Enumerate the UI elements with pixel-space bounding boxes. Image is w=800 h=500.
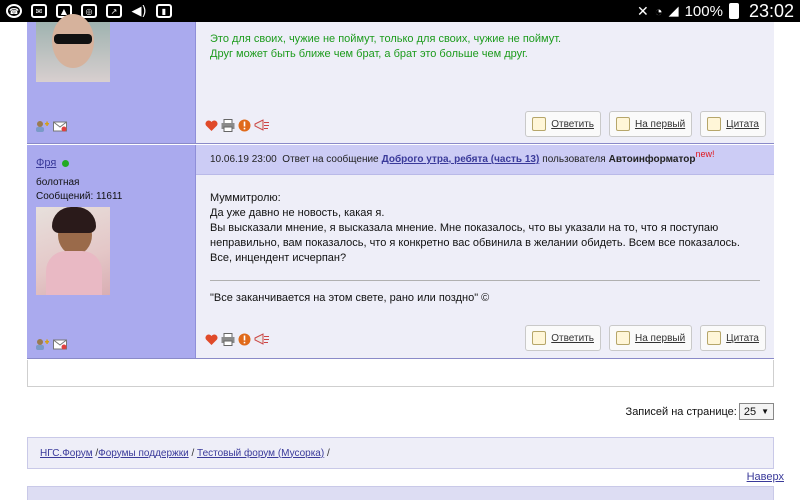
print-icon[interactable] bbox=[221, 119, 235, 135]
reply-user[interactable]: Автоинформатор bbox=[609, 154, 696, 165]
to-first-button-label: На первый bbox=[634, 118, 686, 130]
screencast-icon: ↗ bbox=[106, 4, 122, 18]
reply-topic-link[interactable]: Доброго утра, ребята (часть 13) bbox=[382, 154, 540, 165]
post-text-line: неправильно, вам показалось, что я конкр… bbox=[210, 237, 740, 249]
clock: 23:02 bbox=[748, 0, 794, 21]
notification-icons: ☎ ✉ ▲ ◎ ↗ ◀) ▮ bbox=[6, 3, 172, 19]
post-content: Это для своих, чужие не поймут, только д… bbox=[196, 22, 774, 143]
author-name[interactable]: Фря bbox=[36, 157, 70, 169]
quote-button-label: Цитата bbox=[726, 118, 759, 130]
post-author-panel: Фря болотная Сообщений: 11611 bbox=[27, 145, 196, 358]
post-date: 10.06.19 23:00 bbox=[210, 154, 277, 165]
to-first-button[interactable]: На первый bbox=[608, 325, 693, 351]
reply-icon bbox=[532, 117, 547, 131]
status-bar: ☎ ✉ ▲ ◎ ↗ ◀) ▮ ✕ ◔ ◢ 100% 23:02 bbox=[0, 0, 800, 22]
post-text-line: Это для своих, чужие не поймут, только д… bbox=[210, 33, 562, 45]
report-icon[interactable] bbox=[238, 333, 251, 349]
post-action-icons bbox=[205, 333, 270, 349]
print-icon[interactable] bbox=[221, 333, 235, 349]
post-text-line: Друг может быть ближе чем брат, а брат э… bbox=[210, 48, 528, 60]
new-badge: new! bbox=[695, 148, 715, 159]
post-buttons: Ответить На первый Цитата bbox=[525, 111, 766, 137]
footer-strip bbox=[27, 486, 774, 500]
quote-icon bbox=[707, 117, 722, 131]
add-friend-icon[interactable] bbox=[35, 120, 49, 132]
avatar[interactable] bbox=[36, 207, 110, 295]
breadcrumb-item[interactable]: Тестовый форум (Мусорка) bbox=[197, 448, 324, 459]
heart-icon[interactable] bbox=[205, 119, 218, 135]
post-buttons: Ответить На первый Цитата bbox=[525, 325, 766, 351]
records-per-page-select[interactable]: 25 ▼ bbox=[738, 403, 774, 420]
silent-icon: ✕ bbox=[636, 2, 649, 19]
to-first-button-label: На первый bbox=[634, 332, 686, 344]
online-status-icon bbox=[62, 159, 70, 167]
email-icon: ✉ bbox=[31, 4, 47, 18]
heart-icon[interactable] bbox=[205, 333, 218, 349]
reply-button[interactable]: Ответить bbox=[525, 111, 601, 137]
author-status: болотная bbox=[36, 177, 80, 188]
user-actions bbox=[35, 338, 67, 350]
records-per-page-label: Записей на странице: bbox=[625, 405, 737, 418]
reply-user-prefix: пользователя bbox=[542, 154, 606, 165]
thread-footer-row bbox=[27, 360, 774, 387]
post-text-line: Вы высказали мнение, я высказала мнение.… bbox=[210, 222, 719, 234]
quote-button-label: Цитата bbox=[726, 332, 759, 344]
reply-button-label: Ответить bbox=[551, 118, 594, 130]
user-actions bbox=[35, 120, 67, 132]
post-content: 10.06.19 23:00 Ответ на сообщение Доброг… bbox=[196, 145, 774, 358]
private-message-icon[interactable] bbox=[53, 338, 67, 350]
breadcrumb-item[interactable]: НГС.Форум bbox=[40, 448, 93, 459]
signal-icon: ◢ bbox=[668, 3, 679, 18]
author-message-count: Сообщений: 11611 bbox=[36, 191, 123, 202]
post-text-line: Все, инцендент исчерпан? bbox=[210, 252, 347, 264]
breadcrumb-item[interactable]: Форумы поддержки bbox=[98, 448, 189, 459]
quote-icon bbox=[707, 331, 722, 345]
first-icon bbox=[615, 117, 630, 131]
back-to-top-link[interactable]: Наверх bbox=[747, 471, 784, 483]
post-text: Это для своих, чужие не поймут, только д… bbox=[210, 32, 561, 62]
dropdown-arrow-icon: ▼ bbox=[761, 407, 769, 416]
forum-post: Фря болотная Сообщений: 11611 10.06.19 2… bbox=[27, 145, 774, 359]
private-message-icon[interactable] bbox=[53, 120, 67, 132]
system-icons: ✕ ◔ ◢ 100% 23:02 bbox=[637, 1, 794, 22]
quote-button[interactable]: Цитата bbox=[700, 111, 766, 137]
forum-post: Это для своих, чужие не поймут, только д… bbox=[27, 14, 774, 144]
signature: "Все заканчивается на этом свете, рано и… bbox=[210, 292, 490, 304]
author-name-text[interactable]: Фря bbox=[36, 157, 56, 169]
battery-level: 100% bbox=[684, 2, 723, 20]
post-author-panel bbox=[27, 14, 196, 143]
reply-icon bbox=[532, 331, 547, 345]
quote-button[interactable]: Цитата bbox=[700, 325, 766, 351]
post-text-line: Муммитролю: bbox=[210, 192, 281, 204]
reply-prefix: Ответ на сообщение bbox=[282, 154, 379, 165]
reply-button-label: Ответить bbox=[551, 332, 594, 344]
reply-button[interactable]: Ответить bbox=[525, 325, 601, 351]
battery-icon bbox=[728, 3, 739, 19]
to-first-button[interactable]: На первый bbox=[608, 111, 693, 137]
wifi-icon: ◔ bbox=[654, 3, 663, 19]
first-icon bbox=[615, 331, 630, 345]
records-per-page-value: 25 bbox=[743, 405, 757, 418]
post-action-icons bbox=[205, 119, 270, 135]
post-text-line: Да уже давно не новость, какая я. bbox=[210, 207, 385, 219]
avatar[interactable] bbox=[36, 14, 110, 82]
post-header: 10.06.19 23:00 Ответ на сообщение Доброг… bbox=[196, 145, 774, 175]
instagram-icon: ◎ bbox=[81, 4, 97, 18]
signature-divider bbox=[210, 280, 760, 281]
volume-icon: ◀) bbox=[131, 3, 147, 19]
megaphone-icon[interactable] bbox=[254, 333, 270, 349]
sd-card-icon: ▮ bbox=[156, 4, 172, 18]
records-per-page: Записей на странице: 25 ▼ bbox=[626, 403, 774, 420]
whatsapp-icon: ☎ bbox=[6, 4, 22, 18]
report-icon[interactable] bbox=[238, 119, 251, 135]
post-text: Муммитролю: Да уже давно не новость, как… bbox=[210, 191, 750, 266]
breadcrumb: НГС.Форум / Форумы поддержки / Тестовый ф… bbox=[27, 437, 774, 469]
megaphone-icon[interactable] bbox=[254, 119, 270, 135]
add-friend-icon[interactable] bbox=[35, 338, 49, 350]
